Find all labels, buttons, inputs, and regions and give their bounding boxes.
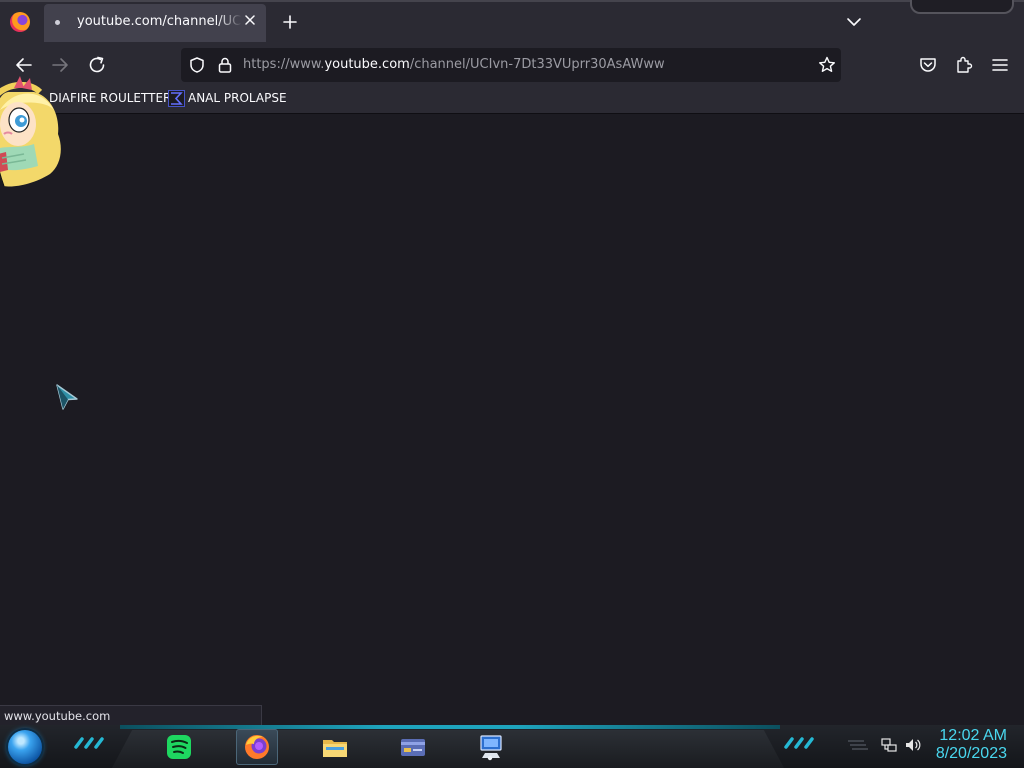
taskbar-app-card[interactable]: [392, 729, 434, 765]
start-orb-button[interactable]: [8, 730, 42, 764]
status-url: www.youtube.com: [0, 705, 262, 725]
lock-icon[interactable]: [216, 56, 234, 74]
tab-strip: youtube.com/channel/UCIvn-7Dt33VUprr30As…: [0, 0, 1024, 44]
taskbar: 12:02 AM 8/20/2023: [0, 725, 1024, 768]
taskbar-plate: [112, 730, 784, 768]
taskbar-app-firefox[interactable]: [236, 729, 278, 765]
firefox-icon: [245, 735, 269, 759]
tray-expand-icon[interactable]: [846, 737, 868, 753]
system-clock[interactable]: 12:02 AM 8/20/2023: [917, 727, 1007, 763]
tab-active[interactable]: youtube.com/channel/UCIvn-7Dt33VUprr30As…: [44, 4, 266, 42]
shield-icon[interactable]: [188, 56, 206, 74]
folder-icon: [323, 740, 347, 757]
taskbar-app-file-explorer[interactable]: [314, 729, 356, 765]
computer-icon: [480, 735, 502, 761]
window-decoration: [910, 0, 1014, 14]
taskbar-app-remote-desktop[interactable]: [470, 729, 512, 765]
chevron-down-icon[interactable]: [845, 14, 863, 30]
bookmark-anal-prolapse[interactable]: ANAL PROLAPSE: [188, 91, 287, 105]
bookmark-favicon-icon: [168, 90, 185, 107]
firefox-menu-icon[interactable]: [10, 12, 30, 32]
star-icon[interactable]: [817, 55, 837, 75]
tab-close-icon[interactable]: [242, 12, 258, 28]
clock-date: 8/20/2023: [935, 745, 1007, 762]
taskbar-app-spotify[interactable]: [158, 729, 200, 765]
navigation-toolbar: https://www.youtube.com/channel/UCIvn-7D…: [0, 44, 1024, 86]
network-icon[interactable]: [880, 737, 898, 753]
card-icon: [401, 739, 425, 756]
url-prefix: https://www.: [243, 57, 325, 72]
clock-time: 12:02 AM: [939, 727, 1007, 744]
hamburger-menu-icon[interactable]: [988, 53, 1012, 77]
window-top-border: [0, 0, 1024, 2]
spotify-icon: [167, 735, 191, 759]
tab-title: youtube.com/channel/UCIvn-7Dt33VUprr30As…: [77, 14, 242, 29]
bookmarks-toolbar: DIAFIRE ROULETTER ANAL PROLAPSE: [0, 86, 1024, 114]
cartoon-girl-sticker: [0, 76, 61, 187]
new-tab-icon[interactable]: [281, 13, 299, 31]
mouse-cursor-icon: [56, 384, 78, 410]
left-chevrons-icon: [74, 737, 104, 749]
reload-icon[interactable]: [85, 53, 109, 77]
right-chevrons-icon: [784, 737, 814, 749]
url-bar[interactable]: https://www.youtube.com/channel/UCIvn-7D…: [181, 48, 841, 82]
taskbar-accent-line: [120, 725, 780, 729]
page-content-blank: [0, 114, 1024, 725]
url-path: /channel/UCIvn-7Dt33VUprr30AsAWww: [409, 57, 665, 72]
url-host: youtube.com: [324, 57, 410, 72]
pocket-icon[interactable]: [916, 53, 940, 77]
url-text[interactable]: https://www.youtube.com/channel/UCIvn-7D…: [243, 57, 665, 72]
bookmark-diafire-roulette[interactable]: DIAFIRE ROULETTER: [49, 91, 171, 105]
tab-loading-dot-icon: [55, 20, 60, 25]
extensions-icon[interactable]: [952, 53, 976, 77]
